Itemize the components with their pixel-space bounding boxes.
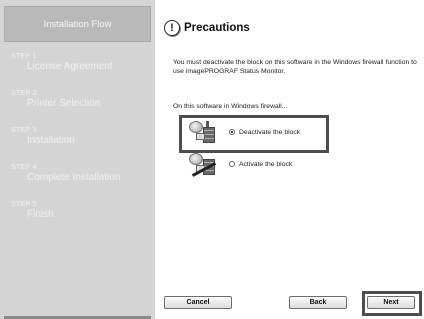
next-button[interactable]: Next xyxy=(367,296,415,309)
option-activate-block[interactable]: Activate the block xyxy=(188,151,292,177)
option-deactivate-block[interactable]: Deactivate the block xyxy=(188,119,300,145)
deactivate-radio[interactable] xyxy=(229,129,235,135)
step-label: Complete Installation xyxy=(27,172,121,183)
step-label: Finish xyxy=(27,209,54,220)
step-label: Printer Selection xyxy=(27,98,101,109)
step-number: STEP 1 xyxy=(11,53,37,60)
warning-icon: ! xyxy=(164,20,180,36)
step-item: STEP 3 Installation xyxy=(11,127,120,164)
firewall-blocked-icon xyxy=(188,151,223,177)
step-label: Installation xyxy=(27,135,75,146)
step-label: License Agreement xyxy=(27,61,113,72)
main-panel: ! Precautions You must deactivate the bl… xyxy=(155,0,424,319)
step-item: STEP 1 License Agreement xyxy=(11,53,120,90)
step-number: STEP 4 xyxy=(11,164,37,171)
cancel-button[interactable]: Cancel xyxy=(164,296,232,309)
firewall-subheading: On this software in Windows firewall... xyxy=(173,103,288,110)
back-button[interactable]: Back xyxy=(289,296,347,309)
step-number: STEP 3 xyxy=(11,127,37,134)
precaution-message: You must deactivate the block on this so… xyxy=(173,59,417,75)
step-item: STEP 4 Complete Installation xyxy=(11,164,120,201)
step-number: STEP 2 xyxy=(11,90,37,97)
step-item: STEP 2 Printer Selection xyxy=(11,90,120,127)
step-item: STEP 5 Finish xyxy=(11,201,120,238)
installation-sidebar: Installation Flow STEP 1 License Agreeme… xyxy=(0,0,155,319)
title-row: ! Precautions xyxy=(164,20,250,36)
step-list: STEP 1 License Agreement STEP 2 Printer … xyxy=(11,53,120,238)
deactivate-label[interactable]: Deactivate the block xyxy=(239,129,300,136)
activate-radio[interactable] xyxy=(229,161,235,167)
sidebar-header: Installation Flow xyxy=(4,6,151,42)
activate-label[interactable]: Activate the block xyxy=(239,161,292,168)
step-number: STEP 5 xyxy=(11,201,37,208)
firewall-icon xyxy=(188,119,223,145)
page-title: Precautions xyxy=(184,22,250,34)
